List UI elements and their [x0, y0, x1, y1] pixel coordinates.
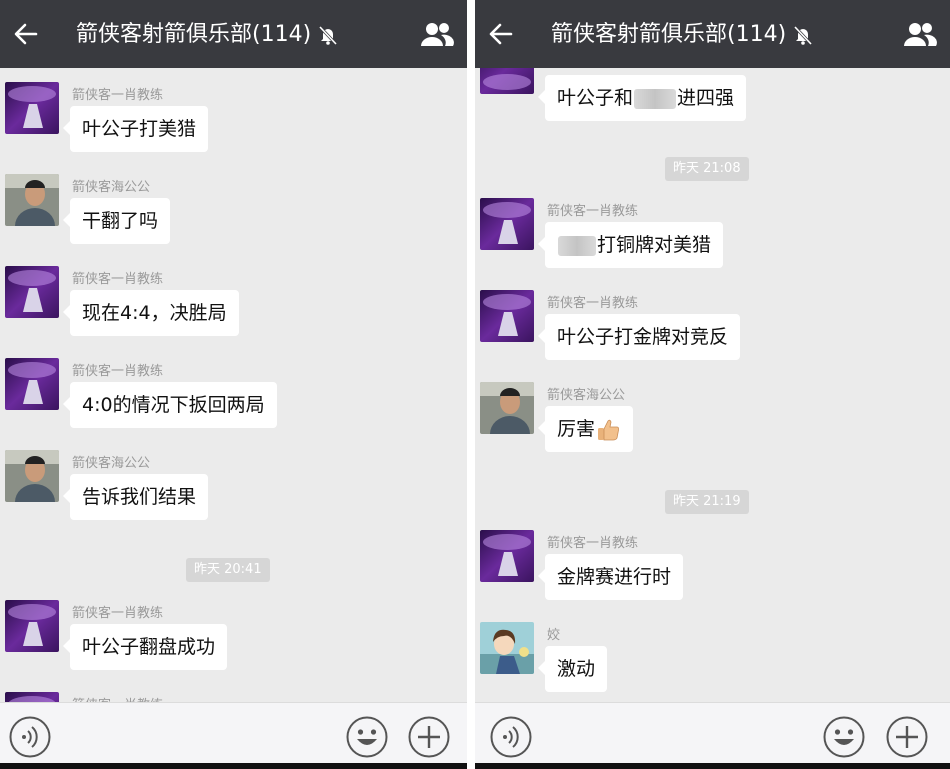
sender-name: 箭侠客一肖教练: [72, 364, 164, 379]
mute-bell-icon: [319, 25, 338, 46]
avatar[interactable]: [480, 290, 534, 342]
avatar[interactable]: [480, 382, 534, 434]
sender-name: 箭侠客海公公: [547, 388, 626, 403]
sender-name: 箭侠客一肖教练: [72, 88, 164, 103]
plus-icon[interactable]: [407, 715, 451, 759]
avatar[interactable]: [5, 358, 59, 410]
redacted-name: [558, 235, 596, 256]
input-bar: [475, 702, 950, 769]
chat-title: 箭侠客射箭俱乐部(114): [551, 22, 787, 47]
chat-header: 箭侠客射箭俱乐部(114): [475, 0, 950, 68]
avatar[interactable]: [480, 622, 534, 674]
voice-icon[interactable]: [489, 715, 533, 759]
sender-name: 箭侠客一肖教练: [547, 296, 639, 311]
sender-name: 箭侠客一肖教练: [72, 606, 164, 621]
message-bubble[interactable]: 叶公子和 进四强: [537, 75, 747, 121]
avatar[interactable]: [480, 530, 534, 582]
message-text-part: 打铜牌对美猎: [597, 234, 712, 256]
message-bubble[interactable]: 打铜牌对美猎: [537, 222, 724, 268]
message-bubble[interactable]: 厉害: [537, 406, 634, 452]
back-arrow-icon[interactable]: [487, 20, 515, 48]
avatar[interactable]: [5, 174, 59, 226]
chat-title: 箭侠客射箭俱乐部(114): [76, 22, 312, 47]
timestamp-divider: 昨天 20:41: [186, 558, 270, 582]
plus-icon[interactable]: [885, 715, 929, 759]
avatar[interactable]: [5, 600, 59, 652]
message-bubble[interactable]: 叶公子翻盘成功: [62, 624, 228, 670]
group-members-icon[interactable]: [902, 20, 938, 48]
panel-divider: [467, 0, 475, 769]
bottom-edge: [0, 763, 467, 769]
message-text-part: 厉害: [557, 418, 596, 440]
input-bar: [0, 702, 467, 769]
sender-name: 箭侠客海公公: [72, 180, 151, 195]
message-bubble[interactable]: 现在4:4，决胜局: [63, 290, 239, 336]
sender-name: 箭侠客一肖教练: [72, 272, 164, 287]
message-bubble[interactable]: 叶公子打美猎: [62, 106, 209, 152]
sender-name: 箭侠客一肖教练: [547, 204, 639, 219]
avatar[interactable]: [5, 266, 59, 318]
back-arrow-icon[interactable]: [12, 20, 40, 48]
chat-panel-left: 箭侠客射箭俱乐部(114) 箭侠客一肖教练 叶公子打美猎 箭侠客海公公 干翻了吗…: [0, 0, 467, 769]
avatar[interactable]: [480, 68, 534, 94]
thumbs-up-emoji: [598, 419, 620, 440]
redacted-name: [634, 88, 677, 109]
mute-bell-icon: [794, 25, 813, 46]
emoji-icon[interactable]: [822, 715, 866, 759]
bottom-edge: [475, 763, 950, 769]
sender-name: 箭侠客海公公: [72, 456, 151, 471]
message-bubble[interactable]: 叶公子打金牌对竞反: [537, 314, 741, 360]
message-text-part: 叶公子和: [557, 87, 634, 109]
avatar[interactable]: [5, 450, 59, 502]
message-bubble[interactable]: 激动: [537, 646, 608, 692]
group-members-icon[interactable]: [419, 20, 455, 48]
message-bubble[interactable]: 告诉我们结果: [62, 474, 209, 520]
message-list[interactable]: 叶公子和 进四强 昨天 21:08 箭侠客一肖教练 打铜牌对美猎 箭侠客一肖教练 …: [475, 68, 950, 703]
sender-name: 箭侠客一肖教练: [547, 536, 639, 551]
voice-icon[interactable]: [8, 715, 52, 759]
message-list[interactable]: 箭侠客一肖教练 叶公子打美猎 箭侠客海公公 干翻了吗 箭侠客一肖教练 现在4:4…: [0, 68, 467, 703]
message-bubble[interactable]: 干翻了吗: [62, 198, 171, 244]
message-text-part: 进四强: [677, 87, 735, 109]
timestamp-divider: 昨天 21:08: [665, 157, 749, 181]
emoji-icon[interactable]: [345, 715, 389, 759]
sender-name: 姣: [547, 628, 561, 643]
timestamp-divider: 昨天 21:19: [665, 490, 749, 514]
message-bubble[interactable]: 金牌赛进行时: [537, 554, 684, 600]
avatar[interactable]: [5, 82, 59, 134]
chat-panel-right: 箭侠客射箭俱乐部(114) 叶公子和 进四强 昨天 21:08 箭侠客一肖教练 …: [475, 0, 950, 769]
avatar[interactable]: [480, 198, 534, 250]
message-bubble[interactable]: 4:0的情况下扳回两局: [63, 382, 277, 428]
chat-header: 箭侠客射箭俱乐部(114): [0, 0, 467, 68]
